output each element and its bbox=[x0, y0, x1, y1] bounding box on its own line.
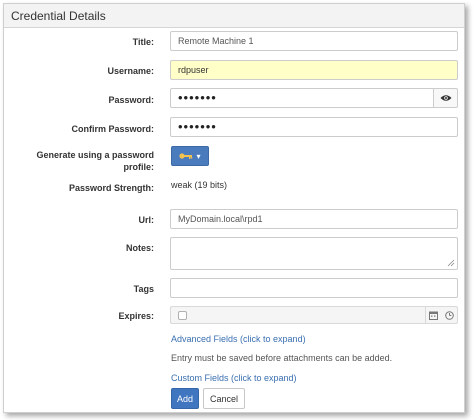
confirm-password-label: Confirm Password: bbox=[71, 124, 154, 134]
expires-picker-icons bbox=[425, 306, 457, 324]
password-label: Password: bbox=[108, 95, 154, 105]
username-label: Username: bbox=[107, 66, 154, 76]
expires-checkbox[interactable] bbox=[178, 311, 187, 320]
resize-grip-icon[interactable] bbox=[447, 259, 455, 267]
credential-details-dialog: Credential Details Title: Remote Machine… bbox=[3, 3, 465, 413]
advanced-fields-link[interactable]: Advanced Fields (click to expand) bbox=[171, 334, 306, 344]
clock-icon[interactable] bbox=[444, 310, 454, 320]
chevron-down-icon: ▾ bbox=[196, 151, 201, 161]
tags-field[interactable] bbox=[170, 278, 458, 298]
eye-icon bbox=[440, 95, 451, 101]
dialog-title: Credential Details bbox=[4, 4, 464, 28]
key-icon bbox=[179, 153, 193, 159]
title-label: Title: bbox=[132, 37, 154, 47]
generate-label: Generate using a password profile: bbox=[4, 149, 154, 173]
calendar-icon[interactable] bbox=[429, 311, 439, 320]
attachments-note: Entry must be saved before attachments c… bbox=[171, 353, 393, 363]
confirm-password-field[interactable]: ••••••• bbox=[170, 117, 458, 137]
add-button[interactable]: Add bbox=[171, 388, 199, 409]
cancel-button[interactable]: Cancel bbox=[203, 388, 245, 409]
tags-label: Tags bbox=[133, 284, 154, 294]
url-field[interactable]: MyDomain.local\rpd1 bbox=[170, 209, 458, 229]
strength-value: weak (19 bits) bbox=[171, 180, 228, 190]
expires-field bbox=[170, 306, 458, 324]
url-label: Url: bbox=[138, 215, 155, 225]
username-field[interactable]: rdpuser bbox=[170, 60, 458, 80]
strength-label: Password Strength: bbox=[68, 183, 154, 193]
title-field[interactable]: Remote Machine 1 bbox=[170, 31, 458, 51]
notes-label: Notes: bbox=[125, 243, 154, 253]
generate-label-line1: Generate using a password bbox=[36, 150, 154, 160]
show-password-button[interactable] bbox=[433, 88, 458, 108]
generate-label-line2: profile: bbox=[123, 162, 155, 172]
custom-fields-link[interactable]: Custom Fields (click to expand) bbox=[171, 373, 297, 383]
password-profile-button[interactable]: ▾ bbox=[171, 146, 209, 166]
expires-label: Expires: bbox=[118, 311, 154, 321]
notes-textarea[interactable] bbox=[170, 237, 458, 270]
password-field[interactable]: ••••••• bbox=[170, 88, 434, 108]
